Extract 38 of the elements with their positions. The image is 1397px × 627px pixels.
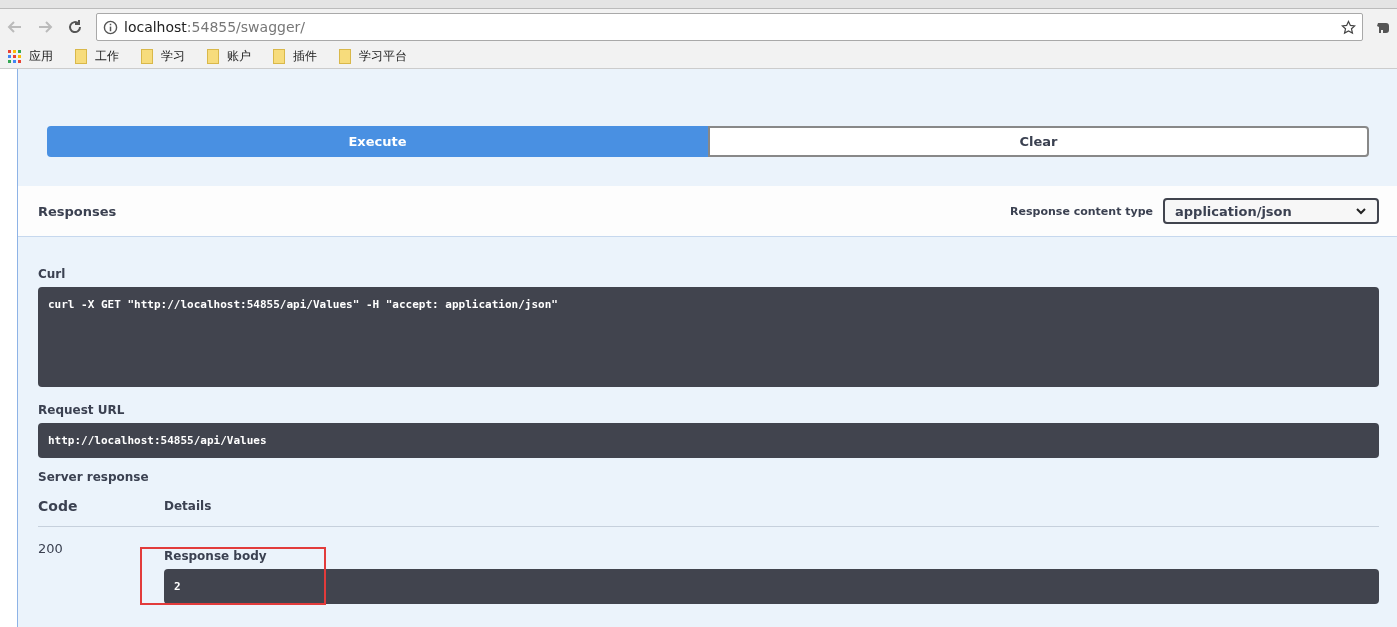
bookmark-label: 账户: [227, 48, 251, 65]
bookmark-label: 插件: [293, 48, 317, 65]
responses-title: Responses: [38, 203, 118, 219]
request-url-block: http://localhost:54855/api/Values: [38, 423, 1379, 458]
curl-code-block: curl -X GET "http://localhost:54855/api/Values" -H "accept: application/json": [38, 287, 1379, 387]
bookmark-link[interactable]: 工作: [75, 48, 119, 65]
reload-icon[interactable]: [66, 18, 84, 36]
content-type-label: Response content type: [1010, 204, 1153, 218]
bookmark-label: 学习平台: [359, 48, 407, 65]
bookmark-link[interactable]: 插件: [273, 48, 317, 65]
info-icon: [103, 19, 118, 35]
bookmark-link[interactable]: 学习: [141, 48, 185, 65]
folder-icon: [75, 49, 87, 64]
content-type-select[interactable]: application/json: [1163, 198, 1379, 224]
request-url-label: Request URL: [38, 403, 126, 417]
folder-icon: [339, 49, 351, 64]
code-heading: Code: [38, 490, 164, 527]
bookmark-link[interactable]: 应用: [8, 48, 53, 65]
folder-icon: [141, 49, 153, 64]
chevron-down-icon: [1355, 207, 1367, 215]
bookmark-link[interactable]: 学习平台: [339, 48, 407, 65]
response-body-block: 2: [164, 569, 1379, 604]
folder-icon: [207, 49, 219, 64]
status-code: 200: [38, 540, 64, 558]
curl-label: Curl: [38, 267, 67, 281]
details-heading: Details: [164, 490, 1379, 527]
address-bar[interactable]: localhost:54855/swagger/: [96, 13, 1363, 41]
server-response-label: Server response: [38, 470, 150, 484]
bookmark-link[interactable]: 账户: [207, 48, 251, 65]
bookmark-label: 应用: [29, 48, 53, 65]
clear-button[interactable]: Clear: [708, 126, 1369, 157]
address-text: localhost:54855/swagger/: [124, 19, 306, 35]
response-body-label: Response body: [164, 549, 268, 563]
bookmark-label: 学习: [161, 48, 185, 65]
folder-icon: [273, 49, 285, 64]
star-icon[interactable]: [1341, 19, 1356, 35]
apps-grid-icon: [8, 50, 21, 63]
bookmark-label: 工作: [95, 48, 119, 65]
